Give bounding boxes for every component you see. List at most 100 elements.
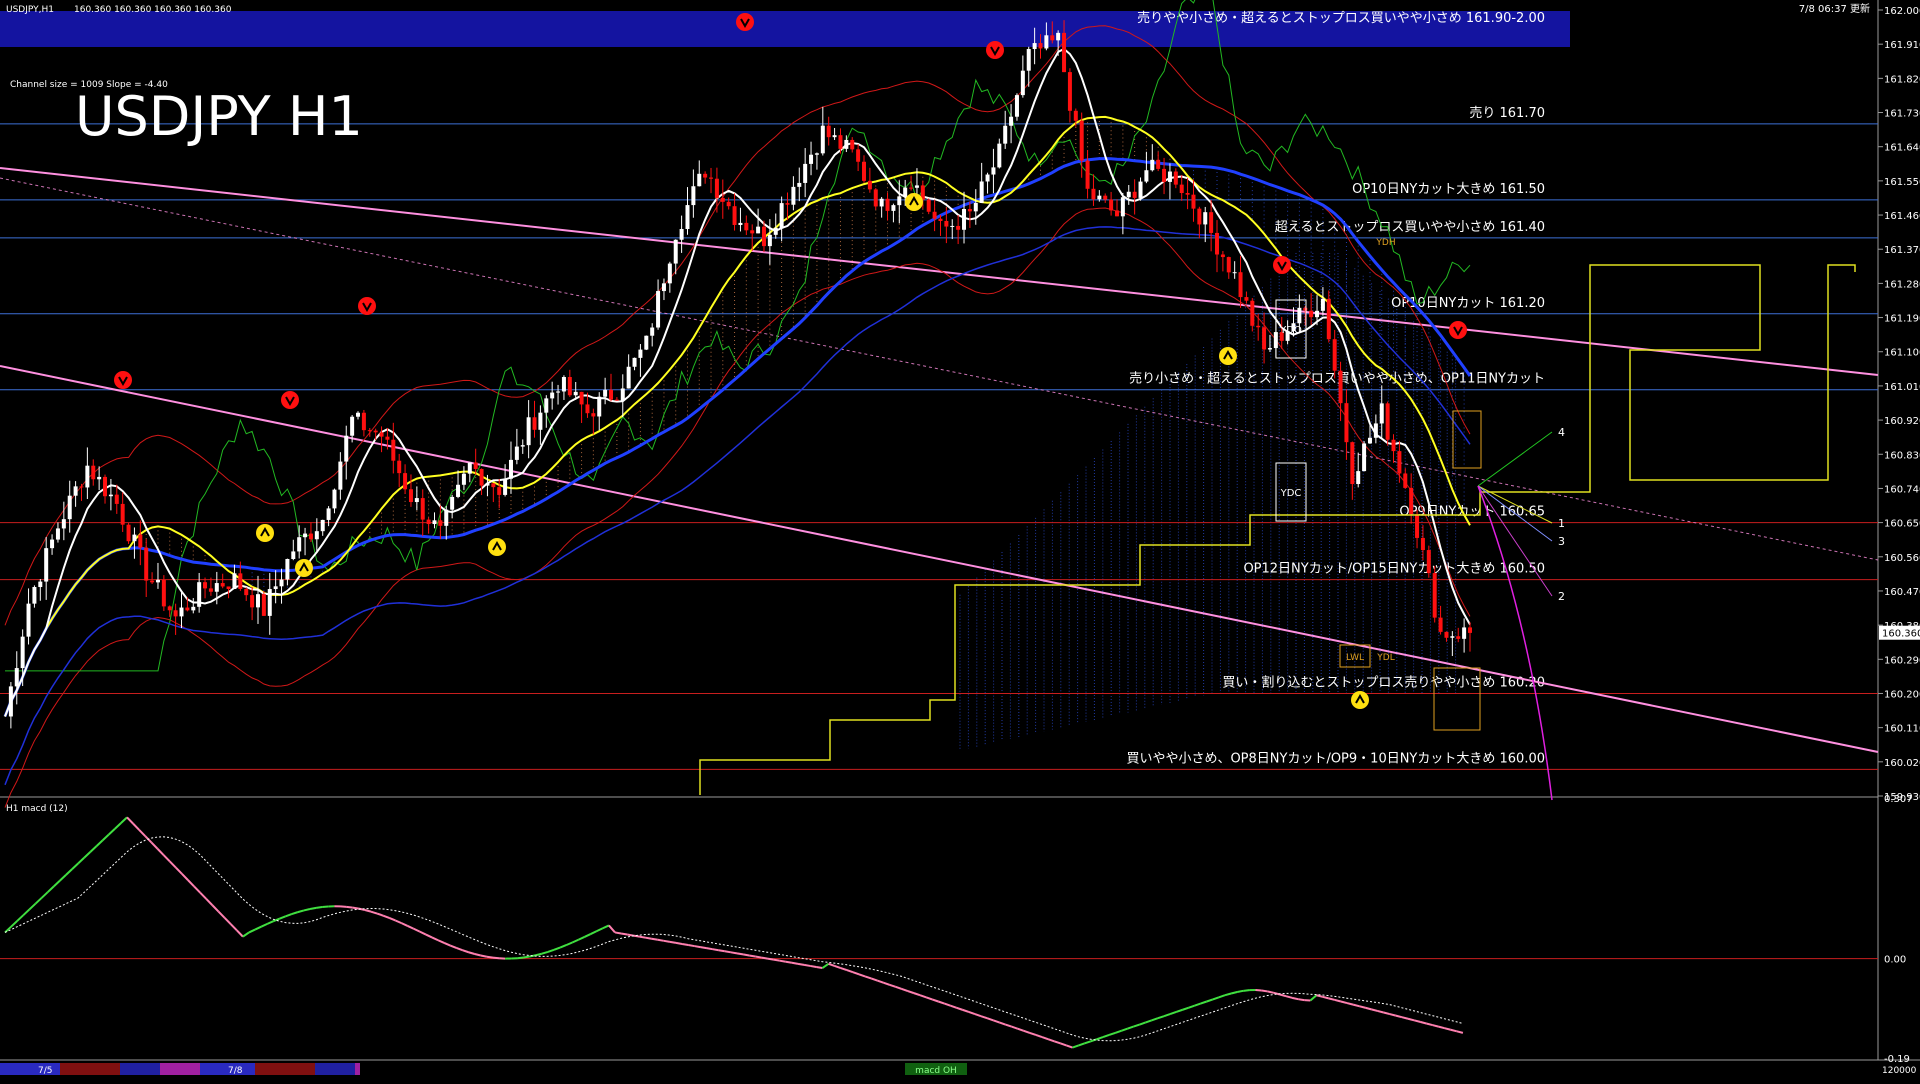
- price-tick-label: 161.010: [1884, 382, 1920, 393]
- candle-body: [1444, 632, 1448, 638]
- candle-body: [1121, 197, 1125, 216]
- candle-body: [503, 479, 507, 495]
- candle-body: [1244, 297, 1248, 301]
- macd-segment: [816, 967, 822, 968]
- candle-body: [768, 235, 772, 246]
- macd-segment: [1243, 990, 1249, 991]
- candle-body: [1415, 514, 1419, 538]
- symbol-header: USDJPY,H1: [6, 5, 54, 15]
- candle-body: [1233, 272, 1237, 273]
- candle-body: [1156, 160, 1160, 169]
- candle-body: [421, 498, 425, 520]
- candle-body: [527, 417, 531, 445]
- level-label: 売りやや小さめ・超えるとストップロス買いやや小さめ 161.90-2.00: [1137, 10, 1545, 26]
- current-price-label: 160.360: [1882, 629, 1920, 640]
- candle-body: [1115, 210, 1119, 216]
- price-tick-label: 161.910: [1884, 40, 1920, 51]
- ohlc-header: 160.360 160.360 160.360 160.360: [74, 5, 232, 15]
- candle-body: [274, 586, 278, 589]
- macd-segment: [737, 953, 743, 954]
- candle-body: [162, 580, 166, 607]
- candle-body: [738, 223, 742, 225]
- candle-body: [327, 508, 331, 520]
- candle-body: [638, 350, 642, 358]
- macd-segment: [731, 952, 737, 953]
- candle-body: [1456, 636, 1460, 639]
- session-bar: [315, 1063, 355, 1075]
- macd-segment: [707, 948, 713, 949]
- candle-body: [762, 227, 766, 246]
- fractal-up-arrow-icon: [1351, 691, 1369, 709]
- price-tick-label: 161.100: [1884, 348, 1920, 359]
- candle-body: [1362, 443, 1366, 471]
- candle-body: [786, 203, 790, 205]
- fractal-up-arrow-icon: [256, 524, 274, 542]
- candle-body: [444, 510, 448, 526]
- macd-segment: [682, 944, 688, 945]
- macd-segment: [810, 966, 816, 967]
- candle-body: [497, 487, 501, 495]
- candle-body: [897, 196, 901, 205]
- candle-body: [1027, 49, 1031, 71]
- macd-segment: [304, 909, 310, 910]
- candle-body: [715, 179, 719, 198]
- candle-body: [291, 551, 295, 559]
- candle-body: [1003, 126, 1007, 144]
- candle-body: [1191, 195, 1195, 209]
- macd-scale-label: -0.19: [1884, 1054, 1910, 1065]
- candle-body: [321, 520, 325, 531]
- candle-body: [432, 520, 436, 524]
- candle-body: [750, 230, 754, 233]
- session-bar: [60, 1063, 120, 1075]
- candle-body: [1239, 272, 1243, 297]
- macd-segment: [353, 908, 359, 909]
- time-label: 7/5: [38, 1066, 52, 1076]
- price-tick-label: 161.550: [1884, 177, 1920, 188]
- candle-body: [950, 226, 954, 227]
- candle-body: [350, 417, 354, 436]
- candle-body: [1144, 170, 1148, 181]
- fractal-down-arrow-icon: [281, 391, 299, 409]
- candle-body: [821, 126, 825, 154]
- candle-body: [1068, 72, 1072, 111]
- candle-body: [721, 198, 725, 202]
- candle-body: [1368, 438, 1372, 444]
- candle-body: [1174, 172, 1178, 185]
- fan-label: 2: [1558, 590, 1565, 603]
- candle-body: [862, 162, 866, 181]
- candle-body: [1062, 33, 1066, 72]
- macd-segment: [1298, 999, 1304, 1000]
- fractal-down-arrow-icon: [358, 297, 376, 315]
- candle-body: [1015, 95, 1019, 117]
- candle-body: [315, 531, 319, 539]
- macd-volume-label: 120000: [1882, 1066, 1917, 1076]
- price-chart[interactable]: 売りやや小さめ・超えるとストップロス買いやや小さめ 161.90-2.00売り …: [0, 0, 1920, 1080]
- candle-body: [1386, 403, 1390, 439]
- candle-body: [1097, 196, 1101, 200]
- candle-body: [150, 581, 154, 583]
- candle-body: [521, 445, 525, 446]
- candle-body: [244, 589, 248, 595]
- candle-body: [32, 587, 36, 604]
- candle-body: [1127, 192, 1131, 197]
- candle-body: [280, 580, 284, 587]
- candle-body: [685, 205, 689, 229]
- macd-segment: [1237, 991, 1243, 992]
- candle-body: [562, 377, 566, 391]
- ydh-label: YDH: [1375, 238, 1395, 248]
- candle-body: [232, 573, 236, 589]
- candle-body: [727, 202, 731, 206]
- candle-body: [174, 610, 178, 616]
- macd-segment: [713, 949, 719, 950]
- candle-body: [591, 413, 595, 416]
- candle-body: [50, 540, 54, 549]
- candle-body: [956, 226, 960, 230]
- updated-stamp: 7/8 06:37 更新: [1799, 2, 1870, 15]
- candle-body: [485, 483, 489, 485]
- candle-body: [609, 390, 613, 400]
- candle-body: [1403, 473, 1407, 487]
- fractal-down-arrow-icon: [736, 13, 754, 31]
- macd-segment: [768, 959, 774, 960]
- macd-segment: [517, 958, 523, 959]
- macd-segment: [780, 961, 786, 962]
